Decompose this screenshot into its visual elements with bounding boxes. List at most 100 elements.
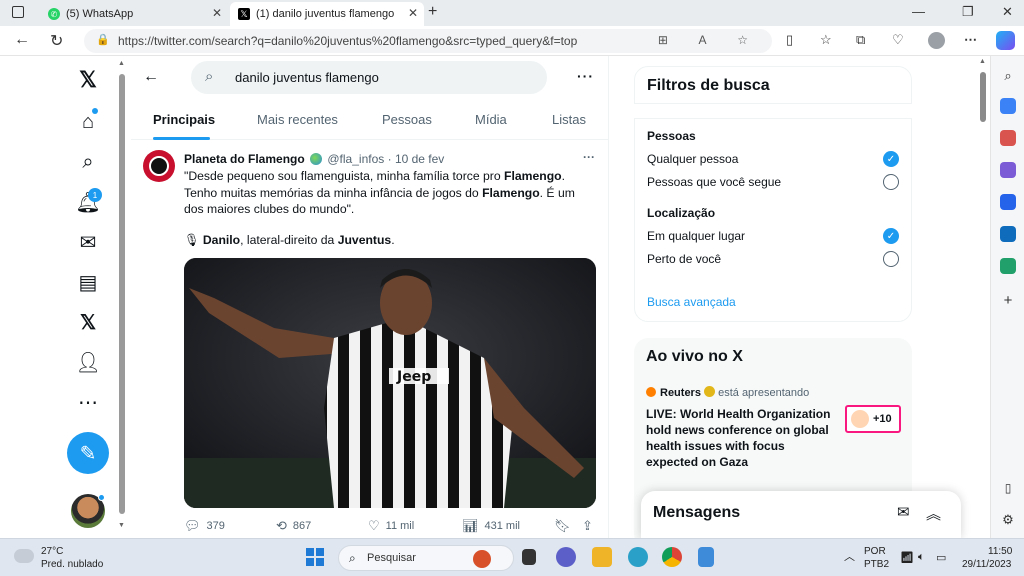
scrollbar[interactable]: ▲ ▼: [118, 60, 126, 530]
outlook-icon[interactable]: [1000, 226, 1016, 242]
radio-near-you[interactable]: [883, 251, 899, 267]
page-scrollbar[interactable]: ▲: [977, 56, 989, 538]
chrome-icon[interactable]: [662, 547, 682, 567]
profile-icon[interactable]: [928, 32, 945, 49]
wifi-icon[interactable]: 📶︎: [900, 551, 914, 564]
people-option-following[interactable]: Pessoas que você segue: [647, 175, 781, 189]
back-arrow-icon[interactable]: ←: [143, 68, 159, 86]
chevron-up-icon[interactable]: ︿: [844, 548, 855, 564]
radio-anywhere-selected[interactable]: ✓: [883, 228, 899, 244]
url-bar-icons[interactable]: ⊞ A ☆: [658, 33, 762, 47]
more-circle-icon[interactable]: ⋯: [76, 390, 100, 414]
location-option-anywhere[interactable]: Em qualquer lugar: [647, 229, 745, 243]
share-button[interactable]: ⇪: [582, 518, 593, 534]
toolbox-icon[interactable]: [1000, 130, 1016, 146]
maximize-button[interactable]: ❐: [962, 4, 974, 20]
split-screen-icon[interactable]: ▯: [786, 32, 793, 48]
tweet-avatar[interactable]: [143, 150, 175, 182]
clock-date[interactable]: 29/11/2023: [962, 559, 1011, 570]
tab-mais-recentes[interactable]: Mais recentes: [257, 112, 338, 127]
tweet-date[interactable]: · 10 de fev: [388, 152, 445, 166]
keyboard-layout-label[interactable]: PTB2: [864, 559, 889, 570]
reply-button[interactable]: 💬︎ 379: [184, 518, 225, 534]
tab-actions-icon[interactable]: [12, 6, 24, 18]
games-icon[interactable]: [1000, 162, 1016, 178]
new-message-icon[interactable]: ✉: [897, 503, 910, 521]
chat-icon[interactable]: [556, 547, 576, 567]
tab-principais[interactable]: Principais: [153, 112, 215, 127]
tweet-author[interactable]: Planeta do Flamengo: [184, 152, 305, 166]
people-option-anyone[interactable]: Qualquer pessoa: [647, 152, 738, 166]
favorites-icon[interactable]: ☆: [820, 32, 832, 48]
tweet-image[interactable]: Jeep: [184, 258, 596, 508]
retweet-button[interactable]: ⟲ 867: [276, 518, 311, 534]
tab-midia[interactable]: Mídia: [475, 112, 507, 127]
collections-icon[interactable]: ⧉: [856, 32, 865, 48]
views-button[interactable]: 📊︎ 431 mil: [462, 518, 520, 534]
close-icon[interactable]: ✕: [212, 6, 222, 20]
speaker-icon[interactable]: 🔈︎: [918, 551, 925, 564]
tag-icon[interactable]: [1000, 98, 1016, 114]
back-icon[interactable]: ←: [14, 31, 30, 49]
more-options-icon[interactable]: ···: [577, 68, 594, 84]
x-logo-icon[interactable]: 𝕏: [76, 67, 100, 92]
radio-anyone-selected[interactable]: ✓: [883, 151, 899, 167]
refresh-icon[interactable]: ↻: [50, 31, 63, 51]
tweet-more-icon[interactable]: ···: [583, 150, 595, 164]
post-button[interactable]: ✎: [67, 432, 109, 474]
tab-whatsapp[interactable]: ✆ (5) WhatsApp ✕: [40, 2, 228, 26]
microsoft365-icon[interactable]: [1000, 194, 1016, 210]
close-window-button[interactable]: ✕: [1002, 4, 1013, 20]
weather-desc[interactable]: Pred. nublado: [41, 559, 103, 570]
like-button[interactable]: ♡ 11 mil: [368, 518, 414, 534]
battery-icon[interactable]: ▭: [936, 551, 946, 564]
scrollbar-thumb[interactable]: [119, 74, 125, 514]
task-view-icon[interactable]: [522, 549, 536, 565]
taskbar-search[interactable]: ⌕ Pesquisar: [338, 545, 514, 571]
premium-x-icon[interactable]: 𝕏: [76, 310, 100, 334]
messages-envelope-icon[interactable]: ✉: [76, 230, 100, 254]
microphone-icon: 🎙︎: [184, 233, 200, 247]
live-host[interactable]: Reuters está apresentando: [646, 386, 809, 399]
bookmark-button[interactable]: 🔖︎: [554, 518, 571, 534]
advanced-search-link[interactable]: Busca avançada: [647, 295, 736, 309]
tab-pessoas[interactable]: Pessoas: [382, 112, 432, 127]
explore-search-icon[interactable]: ⌕: [76, 150, 100, 174]
windows-start-icon[interactable]: [306, 548, 324, 566]
tab-twitter[interactable]: 𝕏 (1) danilo juventus flamengo – Bu ✕: [230, 2, 424, 26]
new-tab-button[interactable]: +: [428, 3, 437, 21]
language-label[interactable]: POR: [864, 546, 886, 557]
more-icon[interactable]: ⋯: [964, 32, 977, 48]
browser-essentials-icon[interactable]: ♡: [892, 32, 904, 48]
close-icon[interactable]: ✕: [408, 6, 418, 20]
live-thumbnail[interactable]: +10: [845, 405, 901, 433]
profile-person-icon[interactable]: 👤︎: [75, 350, 100, 374]
people-heading: Pessoas: [647, 129, 696, 143]
url-bar[interactable]: 🔒 https://twitter.com/search?q=danilo%20…: [84, 29, 772, 53]
messages-drawer[interactable]: Mensagens ✉ ︽: [641, 491, 961, 538]
settings-gear-icon[interactable]: ⚙: [1000, 512, 1016, 528]
radio-following[interactable]: [883, 174, 899, 190]
drop-icon[interactable]: [1000, 258, 1016, 274]
weather-temp[interactable]: 27°C: [41, 546, 63, 557]
lists-icon[interactable]: ▤: [76, 270, 100, 294]
search-input[interactable]: ⌕ danilo juventus flamengo: [191, 61, 547, 94]
cloud-icon[interactable]: [14, 549, 34, 563]
search-icon[interactable]: ⌕: [1000, 68, 1016, 84]
minimize-button[interactable]: —: [912, 4, 925, 19]
live-headline[interactable]: LIVE: World Health Organization hold new…: [646, 406, 836, 470]
notepad-icon[interactable]: [698, 547, 714, 567]
edge-icon[interactable]: [628, 547, 648, 567]
location-option-near-you[interactable]: Perto de você: [647, 252, 721, 266]
reuters-logo-icon: [646, 387, 656, 397]
copilot-icon[interactable]: [996, 31, 1015, 50]
tweet-handle[interactable]: @fla_infos: [327, 152, 384, 166]
clock-time[interactable]: 11:50: [988, 546, 1012, 557]
sidebar-layout-icon[interactable]: ▯: [1000, 480, 1016, 496]
file-explorer-icon[interactable]: [592, 547, 612, 567]
tab-listas[interactable]: Listas: [552, 112, 586, 127]
search-filters-header: Filtros de busca: [634, 66, 912, 104]
scrollbar-thumb[interactable]: [980, 72, 986, 122]
add-icon[interactable]: +: [1000, 292, 1016, 309]
expand-chevron-icon[interactable]: ︽: [926, 503, 941, 524]
